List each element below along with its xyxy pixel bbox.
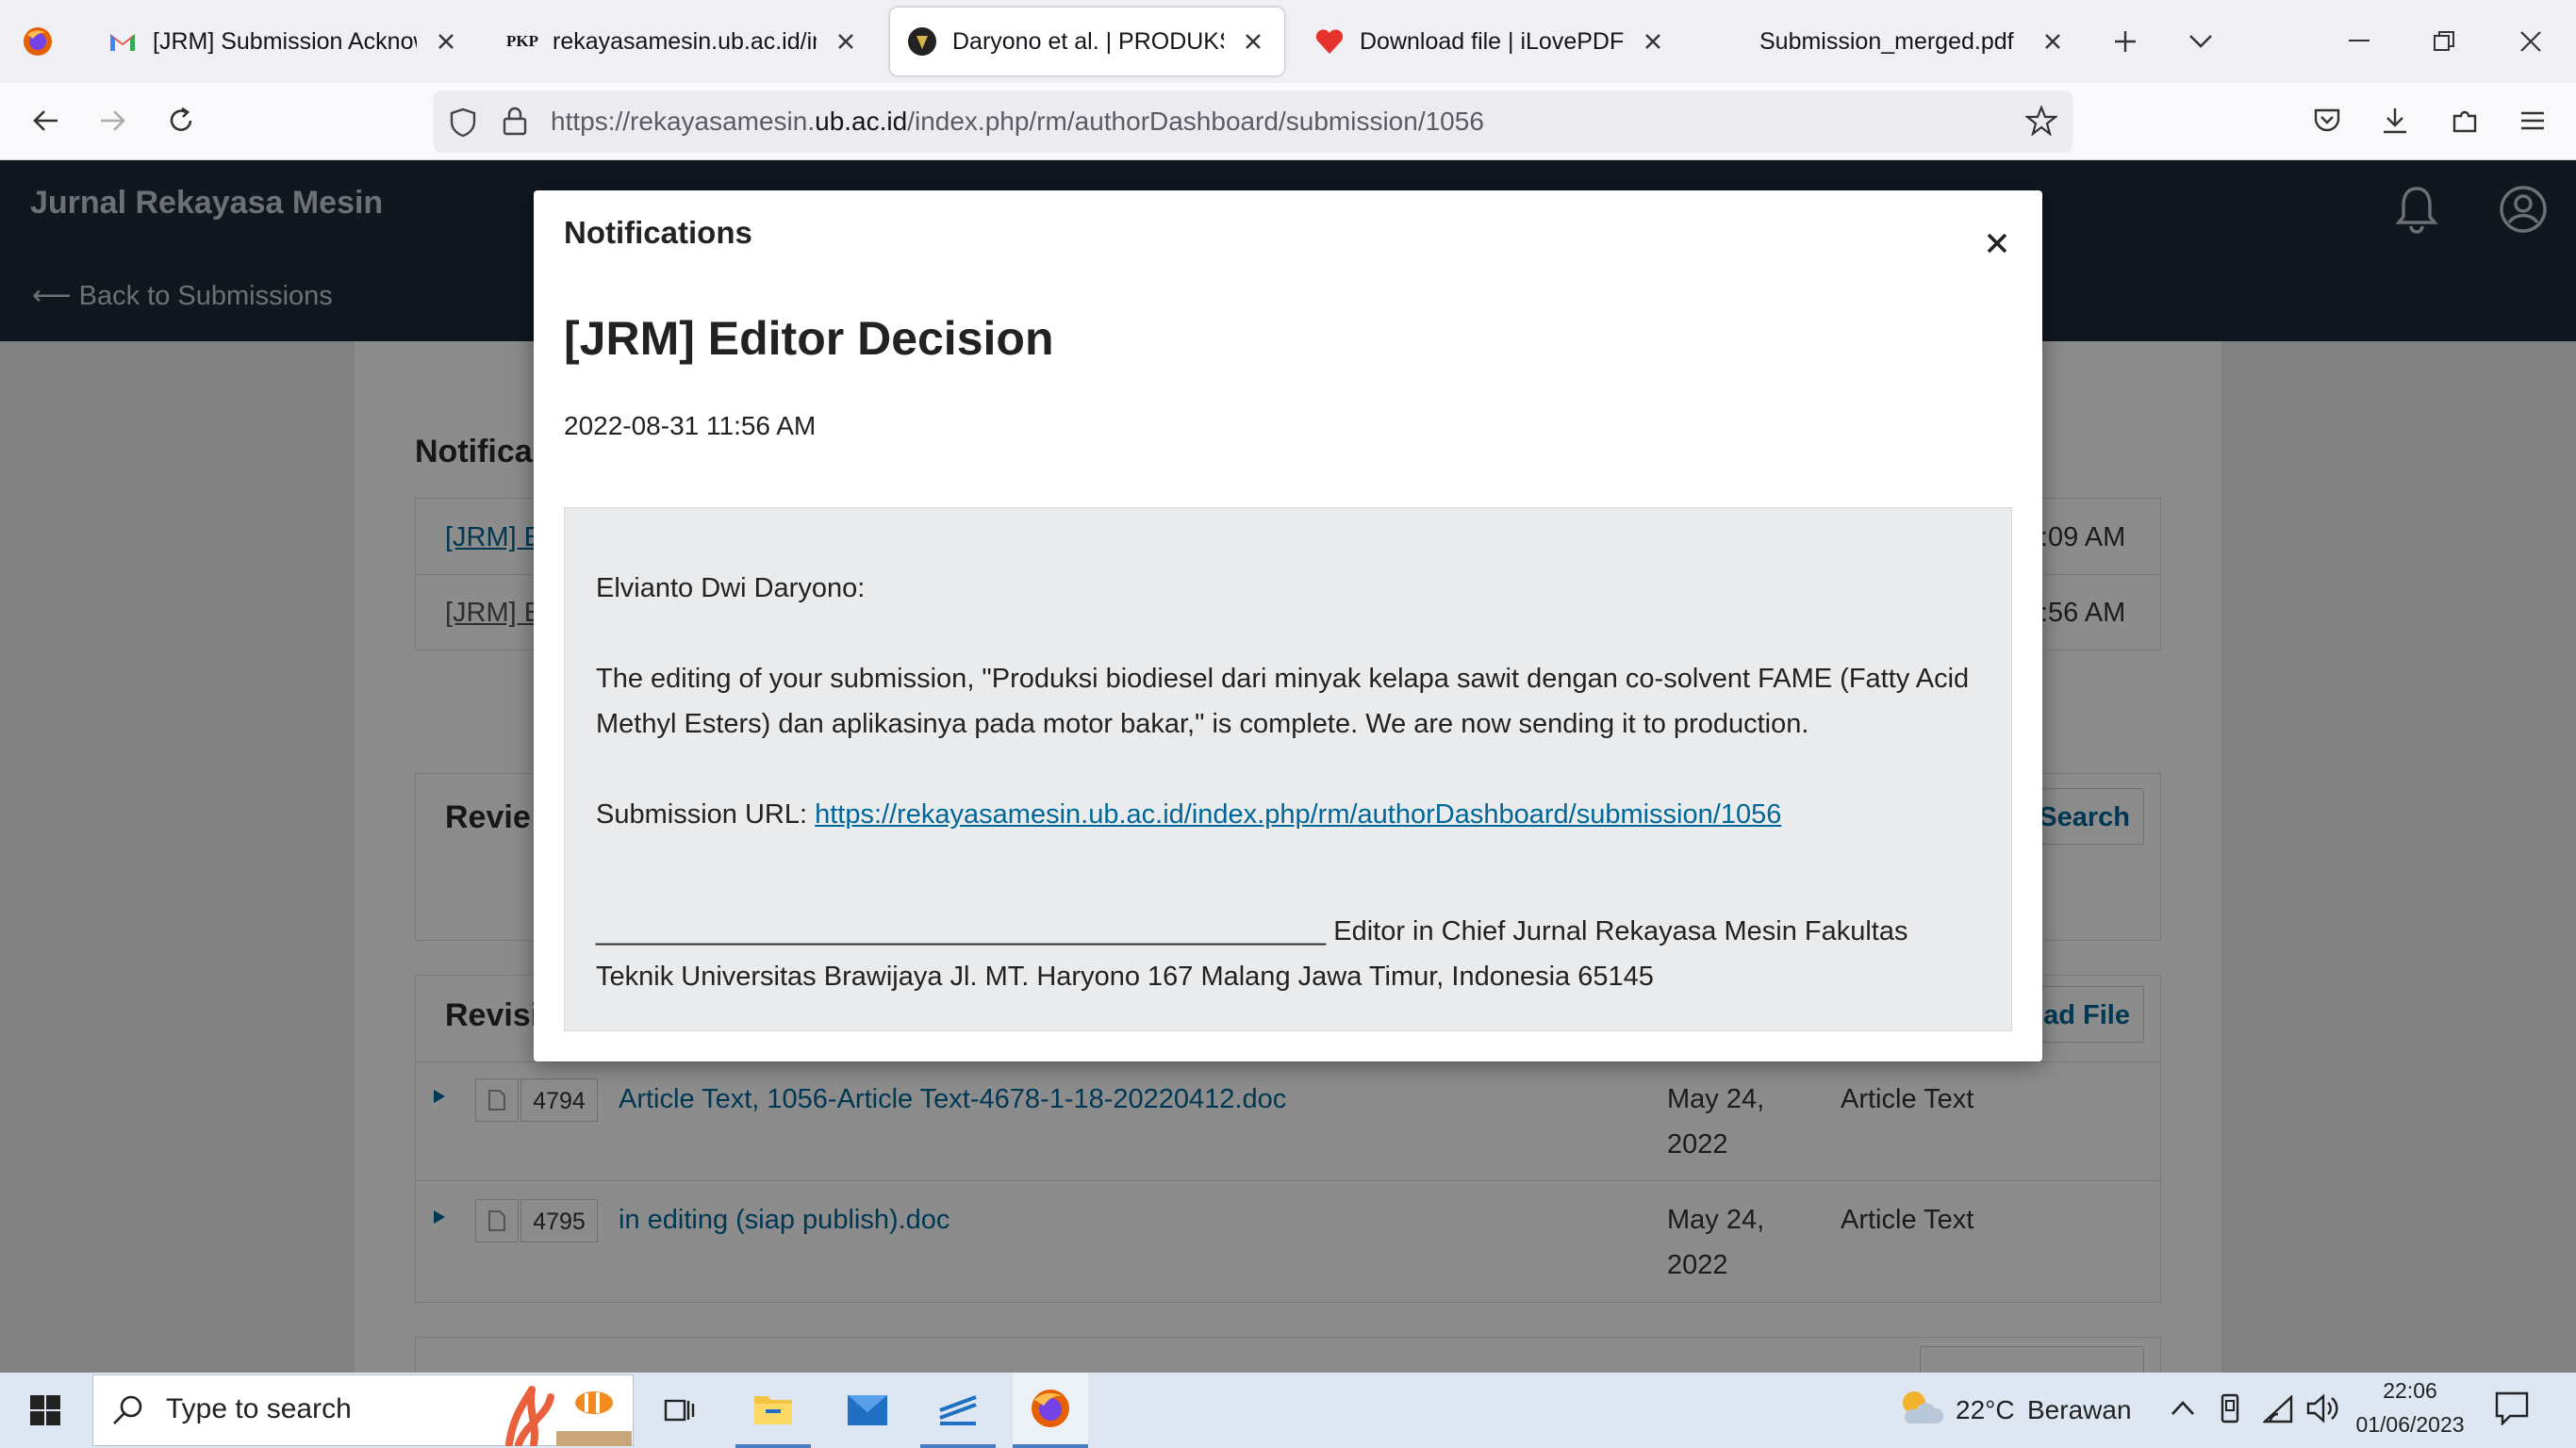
url-text[interactable]: https://rekayasamesin.ub.ac.id/index.php… bbox=[551, 90, 1484, 153]
windows-start-icon[interactable] bbox=[8, 1373, 83, 1448]
extensions-icon[interactable] bbox=[2438, 94, 2491, 147]
downloads-icon[interactable] bbox=[2369, 94, 2421, 147]
notification-center-icon[interactable] bbox=[2495, 1391, 2529, 1425]
show-hidden-icons-chevron-up-icon[interactable] bbox=[2171, 1399, 2195, 1416]
tab-submission-merged[interactable]: Submission_merged.pdf bbox=[1697, 8, 2084, 75]
modal-title: Notifications bbox=[564, 215, 752, 250]
weather-description[interactable]: Berawan bbox=[2027, 1395, 2132, 1425]
window-minimize-button[interactable] bbox=[2333, 15, 2386, 68]
submission-url-label: Submission URL: bbox=[596, 799, 816, 830]
list-all-tabs-button[interactable] bbox=[2174, 15, 2227, 68]
tab-close-icon[interactable] bbox=[2039, 27, 2067, 56]
tab-title: Download file | iLovePDF bbox=[1360, 27, 1624, 55]
taskbar-search-placeholder: Type to search bbox=[166, 1393, 352, 1424]
new-tab-button[interactable] bbox=[2099, 15, 2152, 68]
menu-hamburger-icon[interactable] bbox=[2506, 94, 2559, 147]
search-highlight-coral-icon bbox=[500, 1378, 632, 1446]
notification-date: 2022-08-31 11:56 AM bbox=[564, 411, 817, 440]
message-text: The editing of your submission, "Produks… bbox=[596, 664, 1970, 739]
tab-title: Submission_merged.pdf bbox=[1759, 27, 2014, 55]
firefox-taskbar-icon[interactable] bbox=[1013, 1373, 1088, 1448]
file-explorer-icon[interactable] bbox=[735, 1373, 811, 1448]
search-icon bbox=[111, 1393, 145, 1427]
tab-title: Daryono et al. | PRODUKSI BI bbox=[952, 27, 1224, 55]
url-domain: ub.ac.id bbox=[815, 107, 908, 136]
tab-rekayasamesin[interactable]: PKP rekayasamesin.ub.ac.id/inde bbox=[490, 8, 877, 75]
tab-close-icon[interactable] bbox=[832, 27, 860, 56]
task-view-icon[interactable] bbox=[641, 1373, 717, 1448]
firefox-view-icon[interactable] bbox=[4, 4, 72, 79]
weather-temperature[interactable]: 22°C bbox=[1956, 1395, 2015, 1425]
pocket-icon[interactable] bbox=[2301, 94, 2353, 147]
modal-close-button[interactable] bbox=[1976, 222, 2018, 264]
pdf-icon bbox=[1714, 26, 1744, 57]
tab-title: rekayasamesin.ub.ac.id/inde bbox=[553, 27, 817, 55]
wifi-icon[interactable] bbox=[2263, 1395, 2293, 1423]
tab-close-icon[interactable] bbox=[432, 27, 460, 56]
window-restore-button[interactable] bbox=[2418, 15, 2470, 68]
submission-url-link[interactable]: https://rekayasamesin.ub.ac.id/index.php… bbox=[815, 799, 1781, 830]
notification-subject: [JRM] Editor Decision bbox=[564, 312, 1054, 365]
forward-button[interactable] bbox=[87, 94, 140, 147]
url-prefix: https://rekayasamesin. bbox=[551, 107, 816, 136]
tracking-protection-shield-icon[interactable] bbox=[449, 107, 477, 138]
tab-close-icon[interactable] bbox=[1639, 27, 1667, 56]
url-suffix: /index.php/rm/authorDashboard/submission… bbox=[907, 107, 1484, 136]
journal-logo-icon bbox=[907, 26, 937, 57]
clock-time[interactable]: 22:06 bbox=[2353, 1378, 2467, 1404]
tab-title: [JRM] Submission Acknowled bbox=[153, 27, 417, 55]
lock-icon[interactable] bbox=[502, 106, 528, 136]
tab-gmail[interactable]: [JRM] Submission Acknowled bbox=[91, 8, 477, 75]
message-greeting: Elvianto Dwi Daryono: bbox=[596, 573, 866, 603]
weather-partly-cloudy-icon[interactable] bbox=[1895, 1386, 1944, 1427]
bookmark-star-icon[interactable] bbox=[2025, 106, 2057, 136]
tab-ilovepdf[interactable]: Download file | iLovePDF bbox=[1297, 8, 1684, 75]
heart-icon bbox=[1314, 26, 1345, 57]
tab-daryono-active[interactable]: Daryono et al. | PRODUKSI BI bbox=[890, 8, 1284, 75]
mail-icon[interactable] bbox=[830, 1373, 905, 1448]
gmail-icon bbox=[107, 26, 138, 57]
back-button[interactable] bbox=[19, 94, 72, 147]
volume-speaker-icon[interactable] bbox=[2306, 1393, 2340, 1423]
reload-button[interactable] bbox=[155, 94, 207, 147]
device-icon[interactable] bbox=[2218, 1393, 2242, 1423]
clock-date[interactable]: 01/06/2023 bbox=[2353, 1412, 2467, 1438]
window-close-button[interactable] bbox=[2504, 15, 2557, 68]
paint-app-icon[interactable] bbox=[920, 1373, 996, 1448]
close-icon bbox=[1987, 233, 2007, 254]
pkp-logo-icon: PKP bbox=[506, 32, 538, 50]
message-submission-url-line: Submission URL: https://rekayasamesin.ub… bbox=[596, 792, 1781, 837]
tab-close-icon[interactable] bbox=[1239, 27, 1267, 56]
message-signature: ________________________________________… bbox=[596, 916, 1908, 992]
